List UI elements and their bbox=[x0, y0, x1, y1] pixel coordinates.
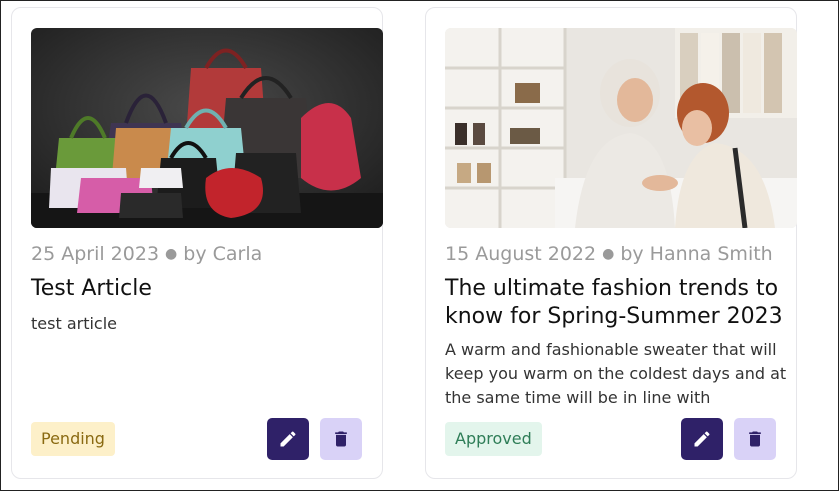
status-badge: Approved bbox=[445, 422, 542, 456]
delete-button[interactable] bbox=[734, 418, 776, 460]
status-badge: Pending bbox=[31, 422, 115, 456]
pencil-icon bbox=[694, 431, 710, 447]
article-date: 15 August 2022 bbox=[445, 243, 597, 265]
article-meta: 25 April 2023 ● by Carla bbox=[31, 243, 262, 265]
trash-icon bbox=[335, 431, 347, 447]
pencil-icon bbox=[280, 431, 296, 447]
article-title[interactable]: Test Article bbox=[31, 275, 381, 303]
article-card[interactable]: 25 April 2023 ● by Carla Test Article test… bbox=[11, 7, 383, 479]
article-description: A warm and fashionable sweater that will… bbox=[445, 340, 787, 407]
article-author: by Hanna Smith bbox=[620, 243, 773, 265]
article-image-handbags[interactable] bbox=[31, 28, 383, 228]
edit-button[interactable] bbox=[267, 418, 309, 460]
separator-dot: ● bbox=[602, 246, 615, 262]
separator-dot: ● bbox=[165, 246, 178, 262]
article-meta: 15 August 2022 ● by Hanna Smith bbox=[445, 243, 773, 265]
trash-icon bbox=[749, 431, 761, 447]
article-author: by Carla bbox=[183, 243, 263, 265]
article-card[interactable]: 15 August 2022 ● by Hanna Smith The ultima… bbox=[425, 7, 797, 479]
page-frame: 25 April 2023 ● by Carla Test Article test… bbox=[0, 0, 839, 491]
article-title[interactable]: The ultimate fashion trends to know for … bbox=[445, 275, 795, 331]
delete-button[interactable] bbox=[320, 418, 362, 460]
edit-button[interactable] bbox=[681, 418, 723, 460]
article-date: 25 April 2023 bbox=[31, 243, 160, 265]
article-description: test article bbox=[31, 314, 117, 333]
article-image-fashion[interactable] bbox=[445, 28, 797, 228]
